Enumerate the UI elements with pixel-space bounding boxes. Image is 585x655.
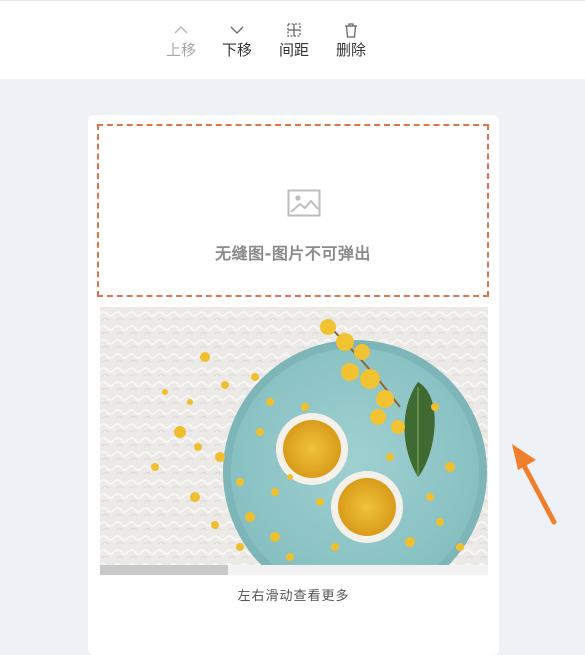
trash-icon xyxy=(345,23,357,38)
horizontal-scrollbar[interactable] xyxy=(100,565,488,575)
photo-osmanthus-plate[interactable] xyxy=(100,307,488,565)
placeholder-text: 无缝图-图片不可弹出 xyxy=(215,244,371,263)
component-toolbar: 上移 下移 间距 删除 xyxy=(0,0,585,79)
move-down-button[interactable]: 下移 xyxy=(215,21,259,59)
chevron-down-icon xyxy=(230,26,244,34)
move-up-label: 上移 xyxy=(165,41,196,59)
component-preview: 无缝图-图片不可弹出 左右滑动查看更多 xyxy=(88,115,499,655)
selected-image-component[interactable]: 无缝图-图片不可弹出 xyxy=(97,124,489,297)
spacing-button[interactable]: 间距 xyxy=(272,21,316,59)
move-down-label: 下移 xyxy=(221,41,252,59)
pointer-arrow-icon xyxy=(512,444,557,525)
delete-button[interactable]: 删除 xyxy=(329,21,373,59)
chevron-up-icon xyxy=(174,26,188,34)
spacing-label: 间距 xyxy=(278,41,309,59)
spacing-grid-icon xyxy=(287,23,301,37)
delete-label: 删除 xyxy=(335,41,366,59)
scrollbar-thumb[interactable] xyxy=(100,565,229,575)
scroll-hint-text: 左右滑动查看更多 xyxy=(237,589,350,604)
move-up-button[interactable]: 上移 xyxy=(159,21,203,59)
image-icon xyxy=(287,189,321,217)
